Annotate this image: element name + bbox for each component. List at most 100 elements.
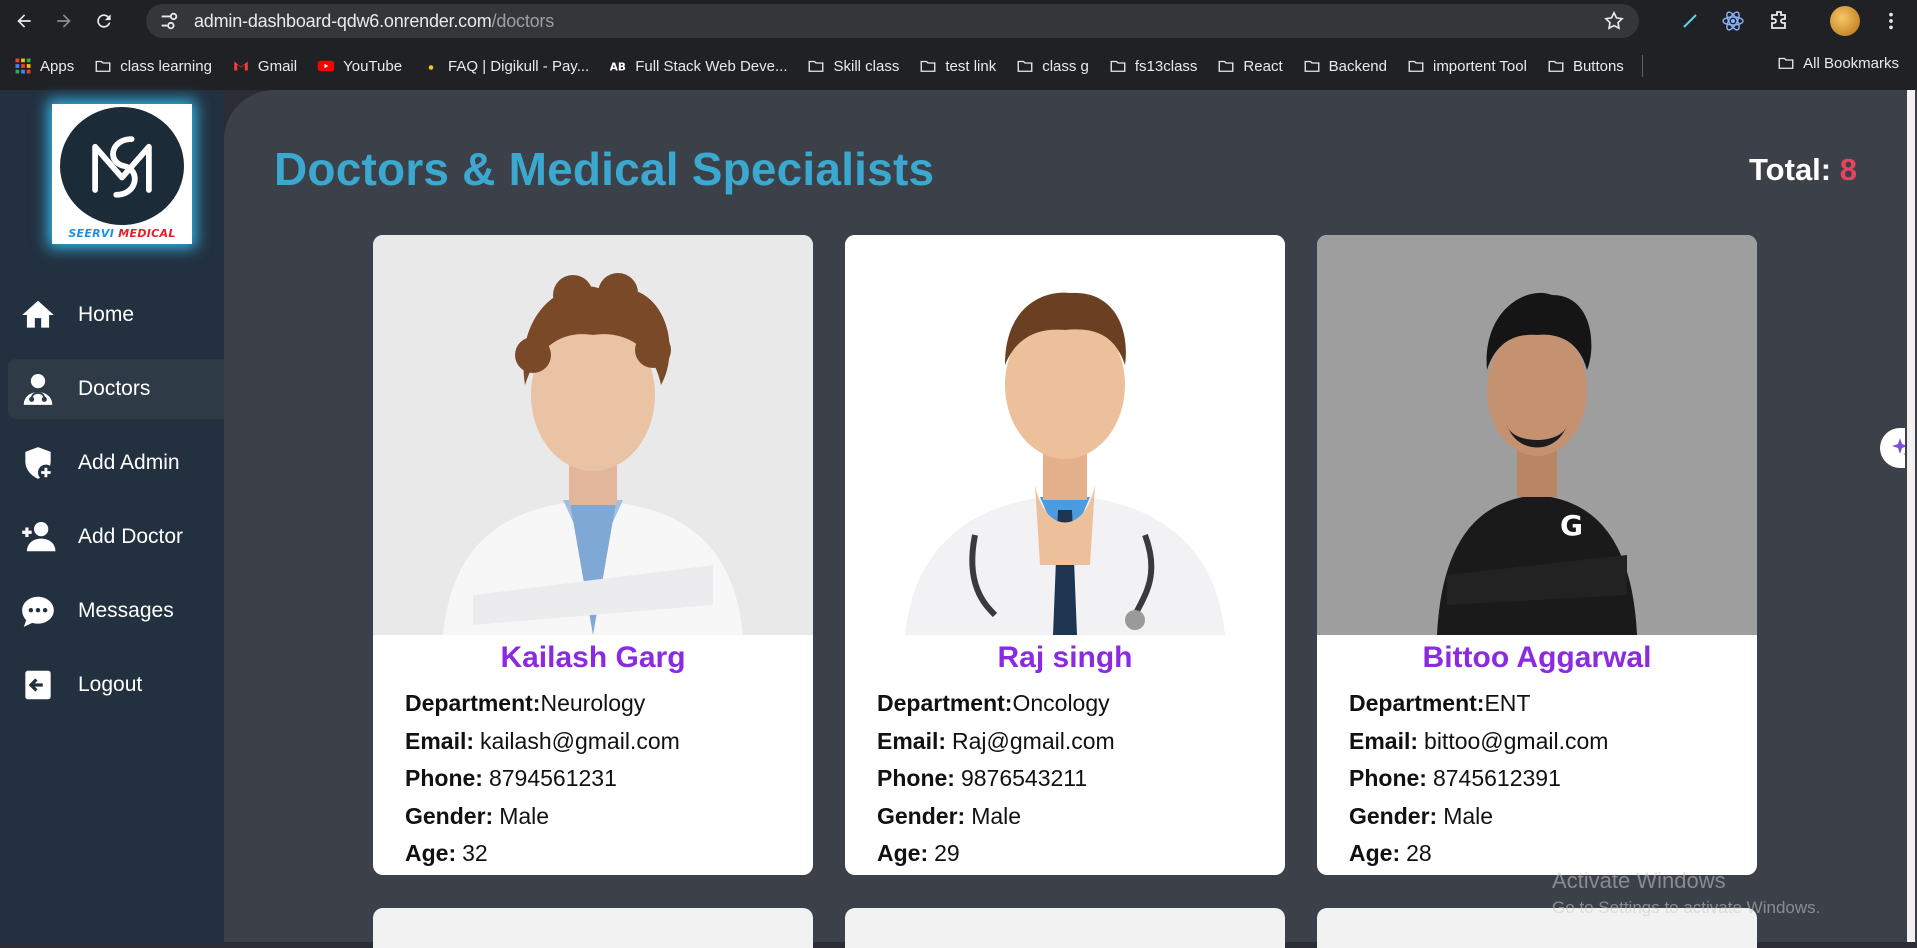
chat-bubble-icon (18, 591, 58, 631)
bookmark-item[interactable]: Gmail (232, 57, 297, 75)
total-count: Total: 8 (1749, 152, 1857, 188)
doctor-name: Kailash Garg (500, 641, 686, 674)
total-value: 8 (1839, 152, 1857, 187)
gender-row: Gender: Male (877, 802, 1022, 829)
digikull-icon (422, 57, 440, 75)
sidebar-item-add-doctor[interactable]: Add Doctor (8, 507, 224, 567)
gender-row: Gender: Male (405, 802, 550, 829)
bookmark-item[interactable]: YouTube (317, 57, 402, 75)
logo-brand-text: SEERVI MEDICAL (68, 227, 176, 240)
doctor-card[interactable] (845, 908, 1285, 948)
bookmark-item[interactable]: Apps (14, 57, 74, 75)
phone-row: Phone: 9876543211 (877, 765, 1088, 791)
bookmark-item[interactable]: class learning (94, 57, 212, 75)
more-menu-icon[interactable] (1880, 8, 1902, 34)
doctor-photo (373, 235, 813, 635)
sidebar-item-label: Logout (78, 673, 143, 696)
folder-icon (1407, 57, 1425, 75)
folder-icon (94, 57, 112, 75)
doctor-name: Bittoo Aggarwal (1422, 641, 1652, 674)
folder-icon (1303, 57, 1321, 75)
profile-avatar[interactable] (1830, 6, 1860, 36)
forward-icon[interactable] (44, 1, 84, 41)
scrollbar-thumb[interactable] (1907, 90, 1915, 942)
age-row: Age: 28 (1349, 840, 1432, 866)
react-devtools-icon[interactable] (1721, 9, 1745, 33)
department-row: Department:Oncology (877, 690, 1110, 716)
main-content: Doctors & Medical Specialists Total: 8 K… (224, 90, 1917, 948)
total-label: Total: (1749, 152, 1832, 187)
user-plus-icon (18, 517, 58, 557)
bookmark-star-icon[interactable] (1603, 10, 1625, 32)
sidebar-item-messages[interactable]: Messages (8, 581, 224, 641)
bookmark-item[interactable]: importent Tool (1407, 57, 1527, 75)
sidebar-item-label: Home (78, 303, 135, 326)
sidebar-item-logout[interactable]: Logout (8, 655, 224, 715)
age-row: Age: 32 (405, 840, 488, 866)
folder-icon (1016, 57, 1034, 75)
folder-icon (919, 57, 937, 75)
phone-row: Phone: 8794561231 (405, 765, 617, 791)
doctor-photo (845, 235, 1285, 635)
doctor-card[interactable]: Raj singh Department:Oncology Email: Raj@… (845, 235, 1285, 875)
folder-icon (1777, 54, 1795, 72)
app-root: SEERVI MEDICAL Home Doctors Add Admin Ad… (0, 90, 1917, 948)
gender-row: Gender: Male (1349, 802, 1494, 829)
doctor-card[interactable]: G Bittoo Aggarwal Department:ENT Email: b… (1317, 235, 1757, 875)
sidebar-item-home[interactable]: Home (8, 285, 224, 345)
extension-pen-icon[interactable] (1678, 9, 1702, 33)
bookmark-item[interactable]: React (1217, 57, 1283, 75)
browser-toolbar: admin-dashboard-qdw6.onrender.com/doctor… (0, 0, 1917, 42)
sidebar-item-add-admin[interactable]: Add Admin (8, 433, 224, 493)
doctor-info: Department:Oncology Email: Raj@gmail.com … (877, 685, 1277, 873)
folder-icon (1109, 57, 1127, 75)
sidebar: SEERVI MEDICAL Home Doctors Add Admin Ad… (0, 90, 224, 942)
svg-text:G: G (1560, 509, 1583, 542)
doctor-info: Department:ENT Email: bittoo@gmail.com Ph… (1349, 685, 1749, 873)
back-icon[interactable] (4, 1, 44, 41)
doctor-info: Department:Neurology Email: kailash@gmail… (405, 685, 805, 873)
bookmark-item[interactable]: AB Full Stack Web Deve... (609, 57, 788, 75)
logo-monogram (60, 107, 184, 225)
reload-icon[interactable] (84, 1, 124, 41)
folder-icon (807, 57, 825, 75)
bookmark-item[interactable]: test link (919, 57, 996, 75)
email-row: Email: kailash@gmail.com (405, 727, 680, 754)
bookmarks-bar: Apps class learning Gmail YouTube FAQ | Digi… (0, 42, 1917, 90)
shield-plus-icon (18, 443, 58, 483)
address-bar[interactable]: admin-dashboard-qdw6.onrender.com/doctor… (146, 4, 1639, 38)
bookmark-item[interactable]: Backend (1303, 57, 1387, 75)
doctor-name: Raj singh (997, 641, 1133, 674)
all-bookmarks[interactable]: All Bookmarks (1777, 54, 1899, 72)
bookmark-item[interactable]: Skill class (807, 57, 899, 75)
extensions-puzzle-icon[interactable] (1767, 9, 1791, 33)
logout-icon (18, 665, 58, 705)
apps-grid-icon (14, 57, 32, 75)
svg-text:AB: AB (610, 62, 626, 74)
youtube-icon (317, 57, 335, 75)
page-title: Doctors & Medical Specialists (274, 143, 935, 195)
folder-icon (1217, 57, 1235, 75)
age-row: Age: 29 (877, 840, 960, 866)
bookmark-item[interactable]: fs13class (1109, 57, 1197, 75)
department-row: Department:Neurology (405, 690, 646, 716)
bookmark-item[interactable]: FAQ | Digikull - Pay... (422, 57, 589, 75)
bookmarks-separator (1641, 55, 1643, 77)
folder-icon (1547, 57, 1565, 75)
bookmark-item[interactable]: class g (1016, 57, 1089, 75)
ab-icon: AB (609, 57, 627, 75)
gmail-icon (232, 57, 250, 75)
phone-row: Phone: 8745612391 (1349, 765, 1561, 791)
site-info-icon[interactable] (158, 10, 180, 32)
doctor-card[interactable] (373, 908, 813, 948)
doctor-icon (18, 369, 58, 409)
home-icon (18, 295, 58, 335)
department-row: Department:ENT (1349, 690, 1531, 716)
scrollbar[interactable] (1905, 90, 1917, 942)
url-text: admin-dashboard-qdw6.onrender.com/doctor… (194, 10, 555, 31)
doctor-card[interactable]: Kailash Garg Department:Neurology Email:… (373, 235, 813, 875)
sidebar-item-doctors[interactable]: Doctors (8, 359, 224, 419)
bookmark-item[interactable]: Buttons (1547, 57, 1624, 75)
seervi-medical-logo[interactable]: SEERVI MEDICAL (52, 104, 192, 244)
activate-windows-watermark: Activate Windows Go to Settings to activ… (1552, 868, 1821, 917)
